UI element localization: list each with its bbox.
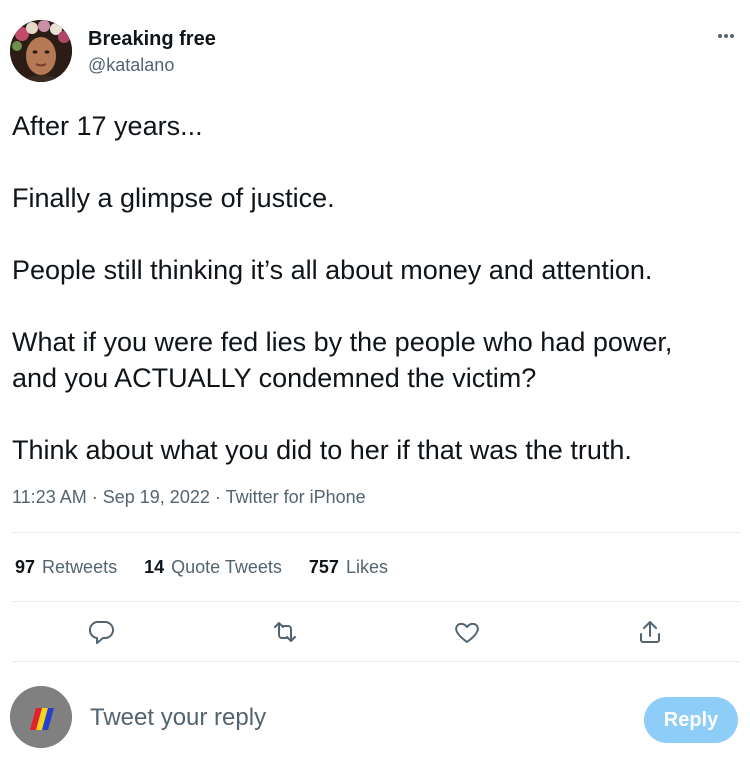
retweets-stat[interactable]: 97 Retweets <box>15 557 117 578</box>
heart-icon <box>455 622 479 643</box>
author-handle[interactable]: @katalano <box>88 55 174 76</box>
tweet-paragraph: After 17 years... <box>12 111 203 141</box>
retweets-count: 97 <box>15 557 36 577</box>
meta-separator: · <box>214 487 221 507</box>
likes-count: 757 <box>308 557 339 577</box>
tweet-text: After 17 years... Finally a glimpse of j… <box>12 108 742 468</box>
likes-label: Likes <box>345 557 388 577</box>
divider <box>12 661 740 662</box>
quote-tweets-count: 14 <box>144 557 165 577</box>
current-user-logo-icon <box>10 686 72 748</box>
reply-button-action[interactable] <box>85 617 119 647</box>
reply-submit-button[interactable]: Reply <box>644 697 738 743</box>
tweet-paragraph: and you ACTUALLY condemned the victim? <box>12 363 537 393</box>
tweet-paragraph: People still thinking it’s all about mon… <box>12 255 653 285</box>
tweet-paragraph: What if you were fed lies by the people … <box>12 327 673 357</box>
engagement-stats: 97 Retweets 14 Quote Tweets 757 Likes <box>15 557 410 578</box>
retweet-button[interactable] <box>268 617 302 647</box>
tweet-meta: 11:23 AM · Sep 19, 2022 · Twitter for iP… <box>12 487 366 508</box>
tweet-paragraph: Finally a glimpse of justice. <box>12 183 335 213</box>
reply-icon <box>88 620 114 644</box>
divider <box>12 532 740 533</box>
share-button[interactable] <box>633 617 667 647</box>
quote-tweets-stat[interactable]: 14 Quote Tweets <box>144 557 282 578</box>
more-options-button[interactable] <box>712 26 740 46</box>
retweets-label: Retweets <box>42 557 118 577</box>
tweet-time[interactable]: 11:23 AM <box>12 487 87 507</box>
tweet-paragraph: Think about what you did to her if that … <box>12 435 632 465</box>
quote-tweets-label: Quote Tweets <box>171 557 282 577</box>
current-user-avatar <box>10 686 72 748</box>
share-icon <box>640 621 660 643</box>
like-button[interactable] <box>450 617 484 647</box>
tweet-date[interactable]: Sep 19, 2022 <box>103 487 210 507</box>
author-display-name[interactable]: Breaking free <box>88 28 216 51</box>
profile-photo-icon <box>10 20 72 82</box>
likes-stat[interactable]: 757 Likes <box>309 557 388 578</box>
reply-input[interactable]: Tweet your reply <box>90 704 266 732</box>
tweet-source[interactable]: Twitter for iPhone <box>226 487 366 507</box>
meta-separator: · <box>91 487 98 507</box>
more-horizontal-icon <box>718 34 734 38</box>
divider <box>12 601 740 602</box>
tweet-card: Breaking free @katalano After 17 years..… <box>0 0 750 765</box>
retweet-icon <box>274 622 296 642</box>
author-avatar[interactable] <box>10 20 72 82</box>
